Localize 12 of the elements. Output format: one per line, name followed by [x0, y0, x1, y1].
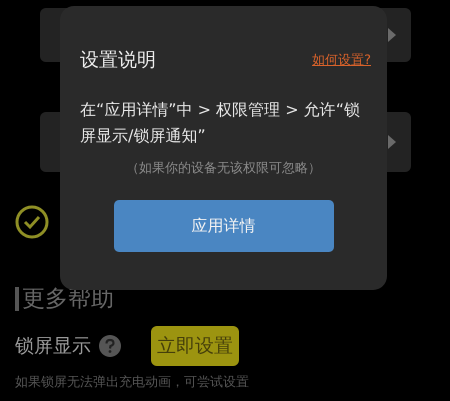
setting-label: 锁屏显示 [15, 334, 91, 359]
app-details-button[interactable]: 应用详情 [114, 200, 334, 252]
help-description: 如果锁屏无法弹出充电动画，可尝试设置 [15, 374, 250, 392]
help-icon[interactable] [99, 335, 121, 357]
dialog-note: （如果你的设备无该权限可忽略） [126, 160, 321, 178]
arrow-icon [388, 28, 396, 42]
how-to-link[interactable]: 如何设置? [312, 50, 371, 70]
check-circle-icon [15, 205, 49, 239]
arrow-icon [388, 135, 396, 149]
dialog-title: 设置说明 [80, 48, 156, 73]
instruction-text: 在“应用详情”中 > 权限管理 > 允许“锁屏显示/锁屏通知” [80, 98, 362, 146]
set-now-button[interactable]: 立即设置 [151, 326, 239, 366]
